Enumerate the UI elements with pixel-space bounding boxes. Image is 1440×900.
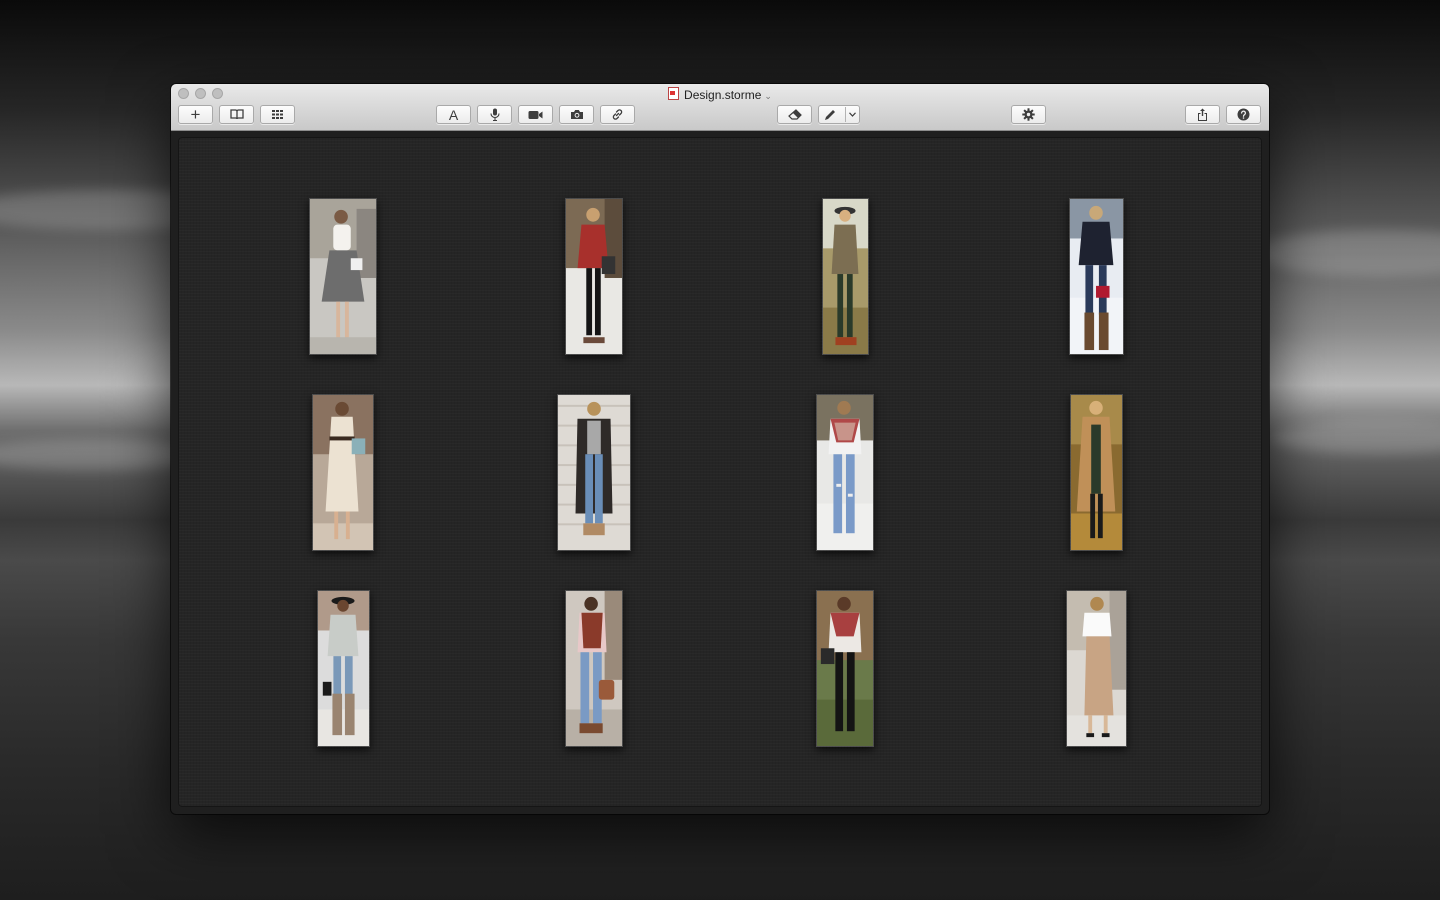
board-canvas[interactable]	[178, 137, 1262, 807]
title-bar: Design.storme ⌄ + A	[171, 84, 1269, 131]
text-tool-button[interactable]: A	[436, 105, 471, 124]
photo-item[interactable]	[309, 198, 377, 355]
pen-icon	[825, 109, 835, 120]
document-title[interactable]: Design.storme ⌄	[171, 87, 1269, 103]
photo-item[interactable]	[1070, 394, 1123, 551]
share-button[interactable]	[1185, 105, 1220, 124]
photo-item[interactable]	[317, 590, 370, 747]
settings-button[interactable]	[1011, 105, 1046, 124]
chevron-down-icon[interactable]	[849, 112, 856, 117]
share-icon	[1198, 108, 1207, 121]
photo-item[interactable]	[816, 394, 874, 551]
pen-tool-button[interactable]	[818, 105, 860, 124]
outfit-photo	[558, 395, 630, 550]
outfit-photo	[318, 591, 369, 746]
outfit-photo	[823, 199, 868, 354]
photo-item[interactable]	[557, 394, 631, 551]
audio-button[interactable]	[477, 105, 512, 124]
photo-item[interactable]	[565, 590, 623, 747]
camera-icon	[570, 110, 583, 119]
photo-item[interactable]	[822, 198, 869, 355]
photo-item[interactable]	[1066, 590, 1127, 747]
photo-item[interactable]	[565, 198, 623, 355]
video-camera-icon	[528, 110, 543, 119]
document-icon	[668, 87, 680, 100]
gear-icon	[1022, 108, 1035, 121]
photo-item[interactable]	[312, 394, 374, 551]
outfit-photo	[1067, 591, 1126, 746]
video-button[interactable]	[518, 105, 553, 124]
outfit-photo	[1071, 395, 1122, 550]
outfit-photo	[1070, 199, 1123, 354]
outfit-photo	[566, 199, 622, 354]
link-button[interactable]	[600, 105, 635, 124]
help-button[interactable]	[1226, 105, 1261, 124]
outfit-photo	[313, 395, 373, 550]
photo-item[interactable]	[816, 590, 874, 747]
plus-icon: +	[190, 105, 201, 124]
grid-icon	[272, 110, 283, 119]
help-icon	[1237, 108, 1250, 121]
outfit-photo	[817, 395, 873, 550]
grid-view-button[interactable]	[260, 105, 295, 124]
document-title-text: Design.storme	[684, 88, 762, 102]
book-icon	[229, 109, 244, 120]
outfit-photo	[310, 199, 376, 354]
title-menu-chevron: ⌄	[764, 91, 772, 101]
eraser-icon	[787, 109, 802, 120]
app-window: Design.storme ⌄ + A	[171, 84, 1269, 814]
link-icon	[612, 109, 623, 120]
text-icon: A	[448, 106, 459, 123]
eraser-button[interactable]	[777, 105, 812, 124]
outfit-photo	[566, 591, 622, 746]
photo-item[interactable]	[1069, 198, 1124, 355]
library-button[interactable]	[219, 105, 254, 124]
microphone-icon	[489, 108, 500, 121]
outfit-photo	[817, 591, 873, 746]
add-button[interactable]: +	[178, 105, 213, 124]
photo-button[interactable]	[559, 105, 594, 124]
